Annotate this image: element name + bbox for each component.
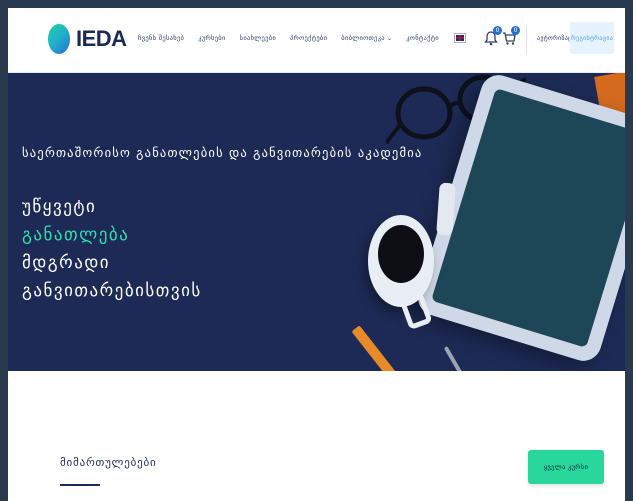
pencil-image [351, 325, 403, 371]
nav-item-library[interactable]: ბიბლიოთეკა ⌄ [341, 34, 392, 42]
hero-headline-line-2: განათლება [22, 225, 130, 245]
register-button[interactable]: რეგისტრაცია [570, 22, 614, 54]
site-logo[interactable]: IEDA [48, 24, 127, 54]
nav-item-label: სიახლეები [239, 34, 277, 42]
hero-headline-line-1: უწყვეტი [22, 197, 97, 217]
hero-banner: საერთაშორისო განათლების და განვითარების … [8, 73, 625, 371]
wishlist-count-badge: 0 [493, 26, 502, 35]
nav-item-courses[interactable]: კურსები [198, 34, 225, 42]
nav-item-label: ჩვენს შესახებ [138, 34, 185, 42]
nav-item-label: პროექტები [290, 34, 328, 42]
nav-item-contact[interactable]: კონტაქტი [406, 34, 439, 42]
logo-mark-icon [48, 24, 70, 54]
section-title-underline [60, 484, 100, 486]
pen-image [443, 346, 463, 371]
register-button-label: რეგისტრაცია [570, 34, 614, 42]
nav-item-label: კურსები [198, 34, 226, 42]
hero-headline-line-4: განვითარებისთვის [22, 281, 202, 301]
site-header: IEDA ჩვენს შესახებ კურსები სიახლეები პრო… [8, 8, 625, 73]
logo-text: IEDA [76, 26, 127, 51]
cart-count-badge: 0 [511, 26, 520, 35]
nav-item-news[interactable]: სიახლეები [240, 34, 276, 42]
nav-item-projects[interactable]: პროექტები [290, 34, 327, 42]
nav-item-about[interactable]: ჩვენს შესახებ [138, 34, 184, 42]
main-nav: ჩვენს შესახებ კურსები სიახლეები პროექტებ… [138, 33, 479, 43]
hero-subtitle: საერთაშორისო განათლების და განვითარების … [22, 145, 423, 160]
chevron-down-icon: ⌄ [386, 34, 393, 42]
coffee-mug-image [368, 215, 434, 307]
header-divider [526, 26, 527, 54]
language-switcher[interactable] [453, 33, 466, 43]
hero-headline-line-3: მდგრადი [22, 253, 111, 273]
page-frame: IEDA ჩვენს შესახებ კურსები სიახლეები პრო… [8, 8, 625, 501]
all-courses-button-label: ყველა კურსი [543, 463, 589, 471]
uk-flag-icon [453, 33, 466, 43]
wishlist-button[interactable]: 0 [484, 26, 502, 46]
coffee-image [378, 225, 424, 283]
nav-item-label: ბიბლიოთეკა [341, 34, 385, 42]
cart-button[interactable]: 0 [502, 26, 520, 46]
all-courses-button[interactable]: ყველა კურსი [528, 450, 604, 484]
nav-item-label: კონტაქტი [406, 34, 439, 42]
section-title: მიმართულებები [60, 456, 157, 469]
